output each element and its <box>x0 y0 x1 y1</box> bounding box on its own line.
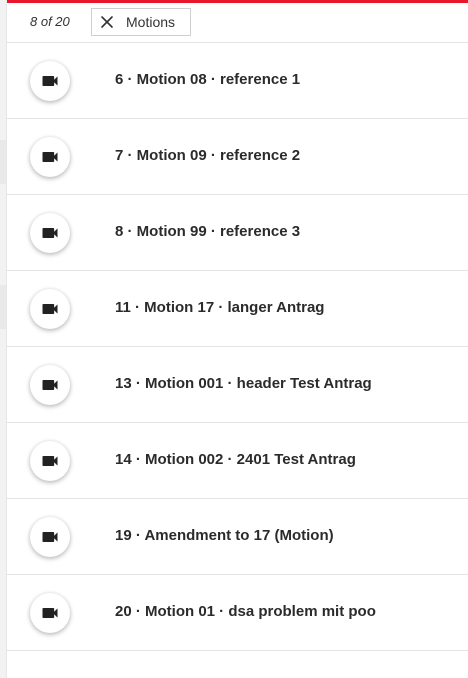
side-panel-ghost-item <box>0 140 6 184</box>
videocam-icon-button[interactable] <box>30 137 70 177</box>
list-item[interactable]: 20 · Motion 01 · dsa problem mit poo <box>7 575 468 651</box>
list-item-title: 8 · Motion 99 · reference 3 <box>115 223 301 240</box>
list-item-title: 14 · Motion 002 · 2401 Test Antrag <box>115 451 356 468</box>
result-count: 8 of 20 <box>30 14 70 29</box>
videocam-icon <box>42 304 58 314</box>
list-item[interactable]: 14 · Motion 002 · 2401 Test Antrag <box>7 423 468 499</box>
videocam-icon-button[interactable] <box>30 213 70 253</box>
list-item-title: 11 · Motion 17 · langer Antrag <box>115 299 325 316</box>
list-item[interactable]: 13 · Motion 001 · header Test Antrag <box>7 347 468 423</box>
filter-chip-motions[interactable]: Motions <box>91 8 191 36</box>
list-item[interactable]: 19 · Amendment to 17 (Motion) <box>7 499 468 575</box>
motion-list: 6 · Motion 08 · reference 1 7 · Motion 0… <box>7 43 468 651</box>
videocam-icon <box>42 152 58 162</box>
list-item-title: 6 · Motion 08 · reference 1 <box>115 71 301 88</box>
videocam-icon <box>42 532 58 542</box>
side-panel-ghost-item <box>0 285 6 329</box>
list-item[interactable]: 8 · Motion 99 · reference 3 <box>7 195 468 271</box>
list-item-title: 7 · Motion 09 · reference 2 <box>115 147 301 164</box>
videocam-icon-button[interactable] <box>30 517 70 557</box>
filter-bar: 8 of 20 Motions <box>7 3 468 43</box>
filter-chip-label: Motions <box>126 14 176 30</box>
list-item[interactable]: 6 · Motion 08 · reference 1 <box>7 43 468 119</box>
videocam-icon <box>42 608 58 618</box>
videocam-icon-button[interactable] <box>30 365 70 405</box>
list-item-title: 20 · Motion 01 · dsa problem mit poo <box>115 603 376 620</box>
side-panel-edge <box>0 0 7 678</box>
videocam-icon <box>42 456 58 466</box>
videocam-icon-button[interactable] <box>30 593 70 633</box>
videocam-icon-button[interactable] <box>30 61 70 101</box>
list-item-title: 13 · Motion 001 · header Test Antrag <box>115 375 372 392</box>
videocam-icon <box>42 380 58 390</box>
videocam-icon <box>42 76 58 86</box>
videocam-icon <box>42 228 58 238</box>
list-item[interactable]: 11 · Motion 17 · langer Antrag <box>7 271 468 347</box>
videocam-icon-button[interactable] <box>30 441 70 481</box>
list-item[interactable]: 7 · Motion 09 · reference 2 <box>7 119 468 195</box>
close-icon[interactable] <box>100 15 114 29</box>
videocam-icon-button[interactable] <box>30 289 70 329</box>
list-item-title: 19 · Amendment to 17 (Motion) <box>115 527 334 544</box>
